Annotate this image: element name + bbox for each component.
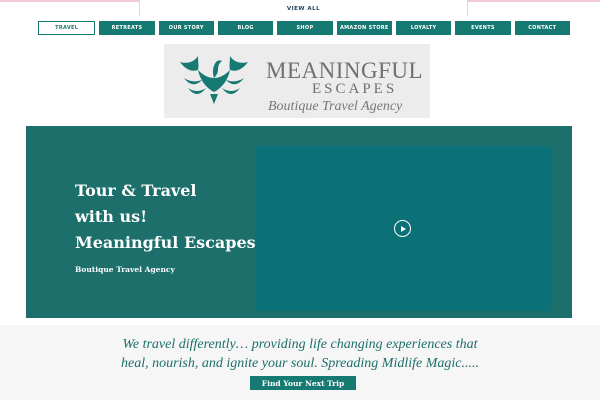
find-trip-button[interactable]: Find Your Next Trip xyxy=(250,376,356,390)
play-icon[interactable] xyxy=(394,220,411,237)
bird-icon xyxy=(180,56,248,104)
nav-item-shop[interactable]: SHOP xyxy=(277,21,333,35)
intro-section: We travel differently… providing life ch… xyxy=(0,325,600,400)
site-logo[interactable]: MEANINGFUL ESCAPES Boutique Travel Agenc… xyxy=(164,44,430,118)
nav-item-events[interactable]: EVENTS xyxy=(455,21,511,35)
hero-title: Tour & Travel with us! Meaningful Escape… xyxy=(75,178,256,256)
nav-dropdown-strip: VIEW ALL xyxy=(139,0,468,16)
nav-item-amazon-store[interactable]: AMAZON STORE xyxy=(336,21,392,35)
hero-subtitle: Boutique Travel Agency xyxy=(75,265,175,274)
nav-item-travel[interactable]: TRAVEL xyxy=(38,21,96,35)
hero-banner: Tour & Travel with us! Meaningful Escape… xyxy=(26,126,572,318)
main-nav: TRAVEL RETREATS OUR STORY BLOG SHOP AMAZ… xyxy=(38,21,570,35)
nav-item-blog[interactable]: BLOG xyxy=(217,21,274,35)
logo-tagline: Boutique Travel Agency xyxy=(268,99,403,114)
hero-video[interactable] xyxy=(255,146,551,311)
nav-item-contact[interactable]: CONTACT xyxy=(514,21,570,35)
nav-item-retreats[interactable]: RETREATS xyxy=(99,21,155,35)
view-all-link[interactable]: VIEW ALL xyxy=(140,6,467,12)
logo-wordmark-line2: ESCAPES xyxy=(312,81,398,97)
hero-title-line1: Tour & Travel xyxy=(75,181,197,200)
hero-title-line2: with us! xyxy=(75,207,148,226)
intro-line1: We travel differently… providing life ch… xyxy=(122,337,478,352)
nav-item-our-story[interactable]: OUR STORY xyxy=(158,21,214,35)
hero-title-line3: Meaningful Escapes xyxy=(75,233,256,252)
nav-item-loyalty[interactable]: LOYALTY xyxy=(395,21,452,35)
intro-line2: heal, nourish, and ignite your soul. Spr… xyxy=(120,356,479,371)
intro-tagline: We travel differently… providing life ch… xyxy=(0,335,600,373)
